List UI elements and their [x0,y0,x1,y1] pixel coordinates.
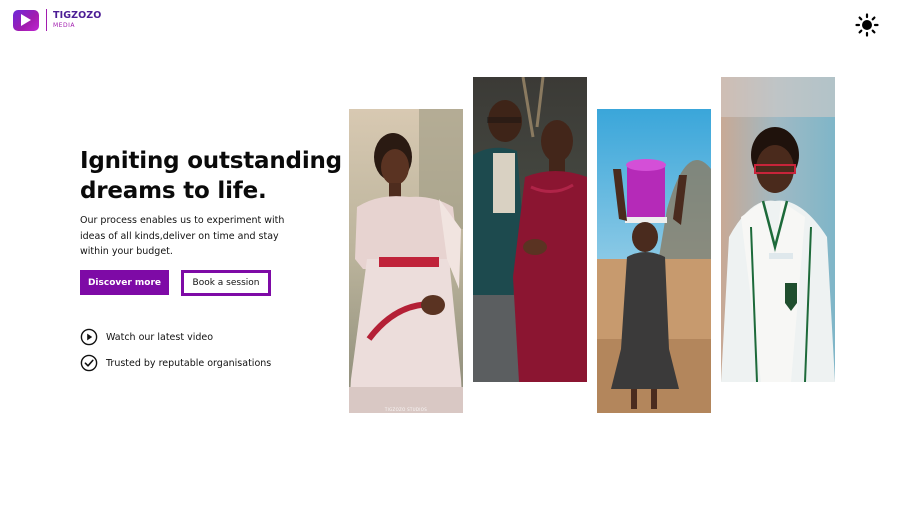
photo-watermark: TIGZOZO STUDIOS [384,407,428,412]
trusted-by-item: Trusted by reputable organisations [80,354,271,372]
brand-wordmark: TIGZOZO MEDIA [53,11,101,29]
book-session-button[interactable]: Book a session [181,270,271,296]
watch-video-link[interactable]: Watch our latest video [80,328,213,346]
brand-subname: MEDIA [53,21,75,29]
hero-description: Our process enables us to experiment wit… [80,215,285,257]
couple-photo [473,77,587,382]
girl-carrying-bucket-photo [597,109,711,413]
sun-icon [855,13,879,37]
student-in-uniform-photo [721,77,835,382]
brand-name: TIGZOZO [53,10,102,22]
play-logo-icon [13,9,41,31]
theme-toggle-button[interactable] [855,13,879,37]
play-circle-icon [80,328,98,346]
hero-headline: Igniting outstanding dreams to life. [80,148,342,204]
brand-logo[interactable]: TIGZOZO MEDIA [13,9,101,31]
check-circle-icon [80,354,98,372]
trusted-by-label: Trusted by reputable organisations [106,357,272,369]
discover-more-button[interactable]: Discover more [80,270,169,295]
logo-divider [46,9,47,31]
woman-in-dress-photo: TIGZOZO STUDIOS [349,109,463,413]
watch-video-label: Watch our latest video [106,331,214,343]
